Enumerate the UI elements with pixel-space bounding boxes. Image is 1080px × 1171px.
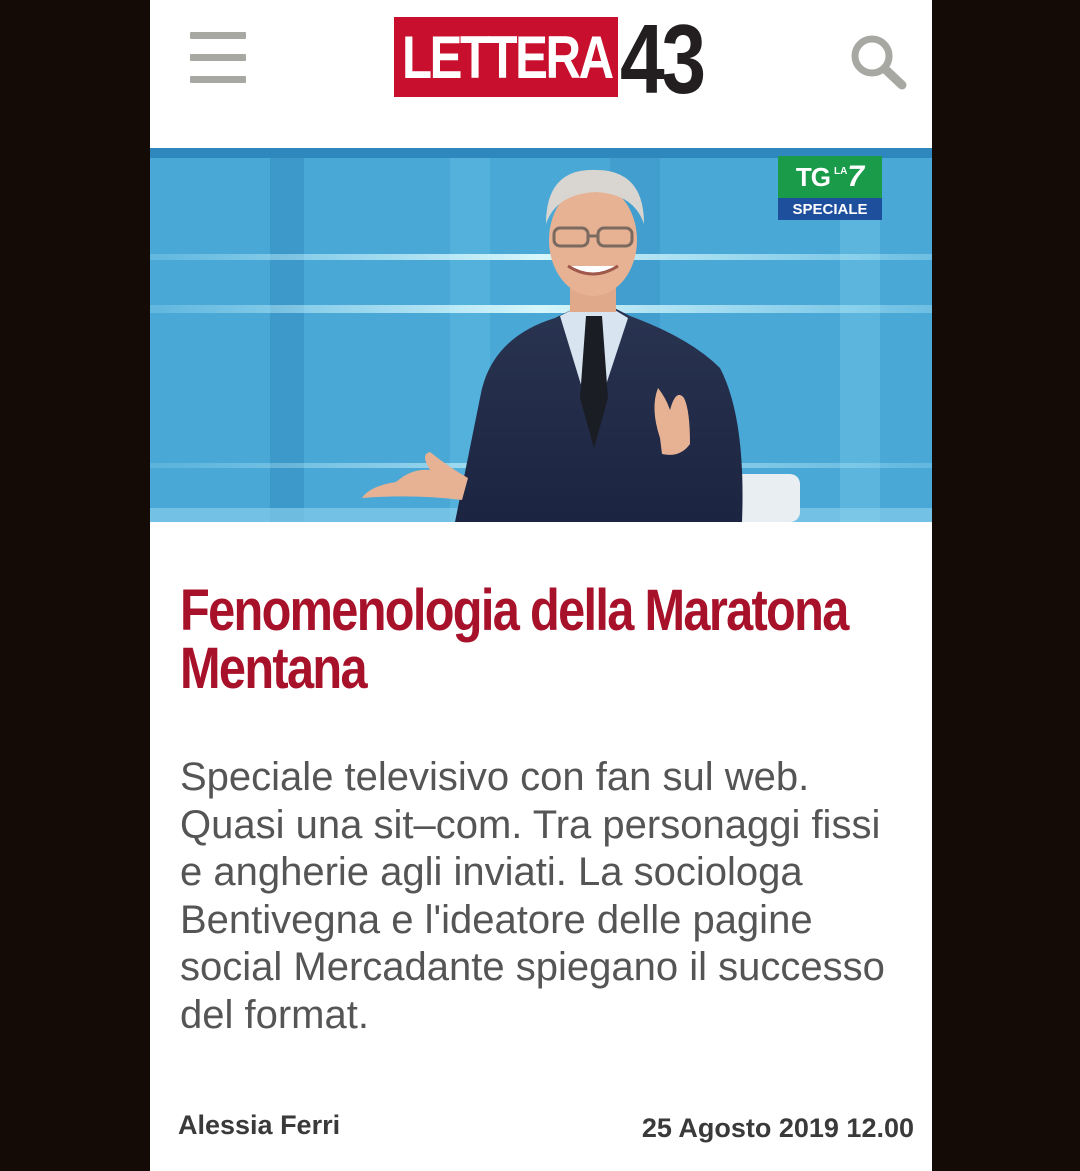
hamburger-menu-icon[interactable] xyxy=(190,32,246,84)
site-header: LETTERA 43 xyxy=(150,0,932,148)
badge-seven: 7 xyxy=(847,160,865,193)
badge-brand: TG xyxy=(795,161,831,192)
tg-la7-speciale-badge: TG LA 7 SPECIALE xyxy=(778,156,882,222)
search-icon[interactable] xyxy=(850,34,908,90)
logo-number: 43 xyxy=(620,4,706,114)
article-title[interactable]: Fenomenologia della Maratona Mentana xyxy=(180,582,919,698)
logo-word-box: LETTERA xyxy=(394,17,618,97)
site-logo[interactable]: LETTERA 43 xyxy=(394,4,721,114)
badge-label: SPECIALE xyxy=(778,198,882,220)
article-date: 25 Agosto 2019 12.00 xyxy=(641,1113,914,1143)
article-author[interactable]: Alessia Ferri xyxy=(178,1110,340,1141)
article-page: LETTERA 43 TG LA 7 SPECIALE Fenomenologi… xyxy=(150,0,932,1171)
hero-image[interactable]: TG LA 7 SPECIALE xyxy=(150,148,932,522)
article-summary: Speciale televisivo con fan sul web. Qua… xyxy=(180,755,885,1037)
badge-la: LA xyxy=(834,165,848,177)
logo-word: LETTERA xyxy=(402,23,614,91)
